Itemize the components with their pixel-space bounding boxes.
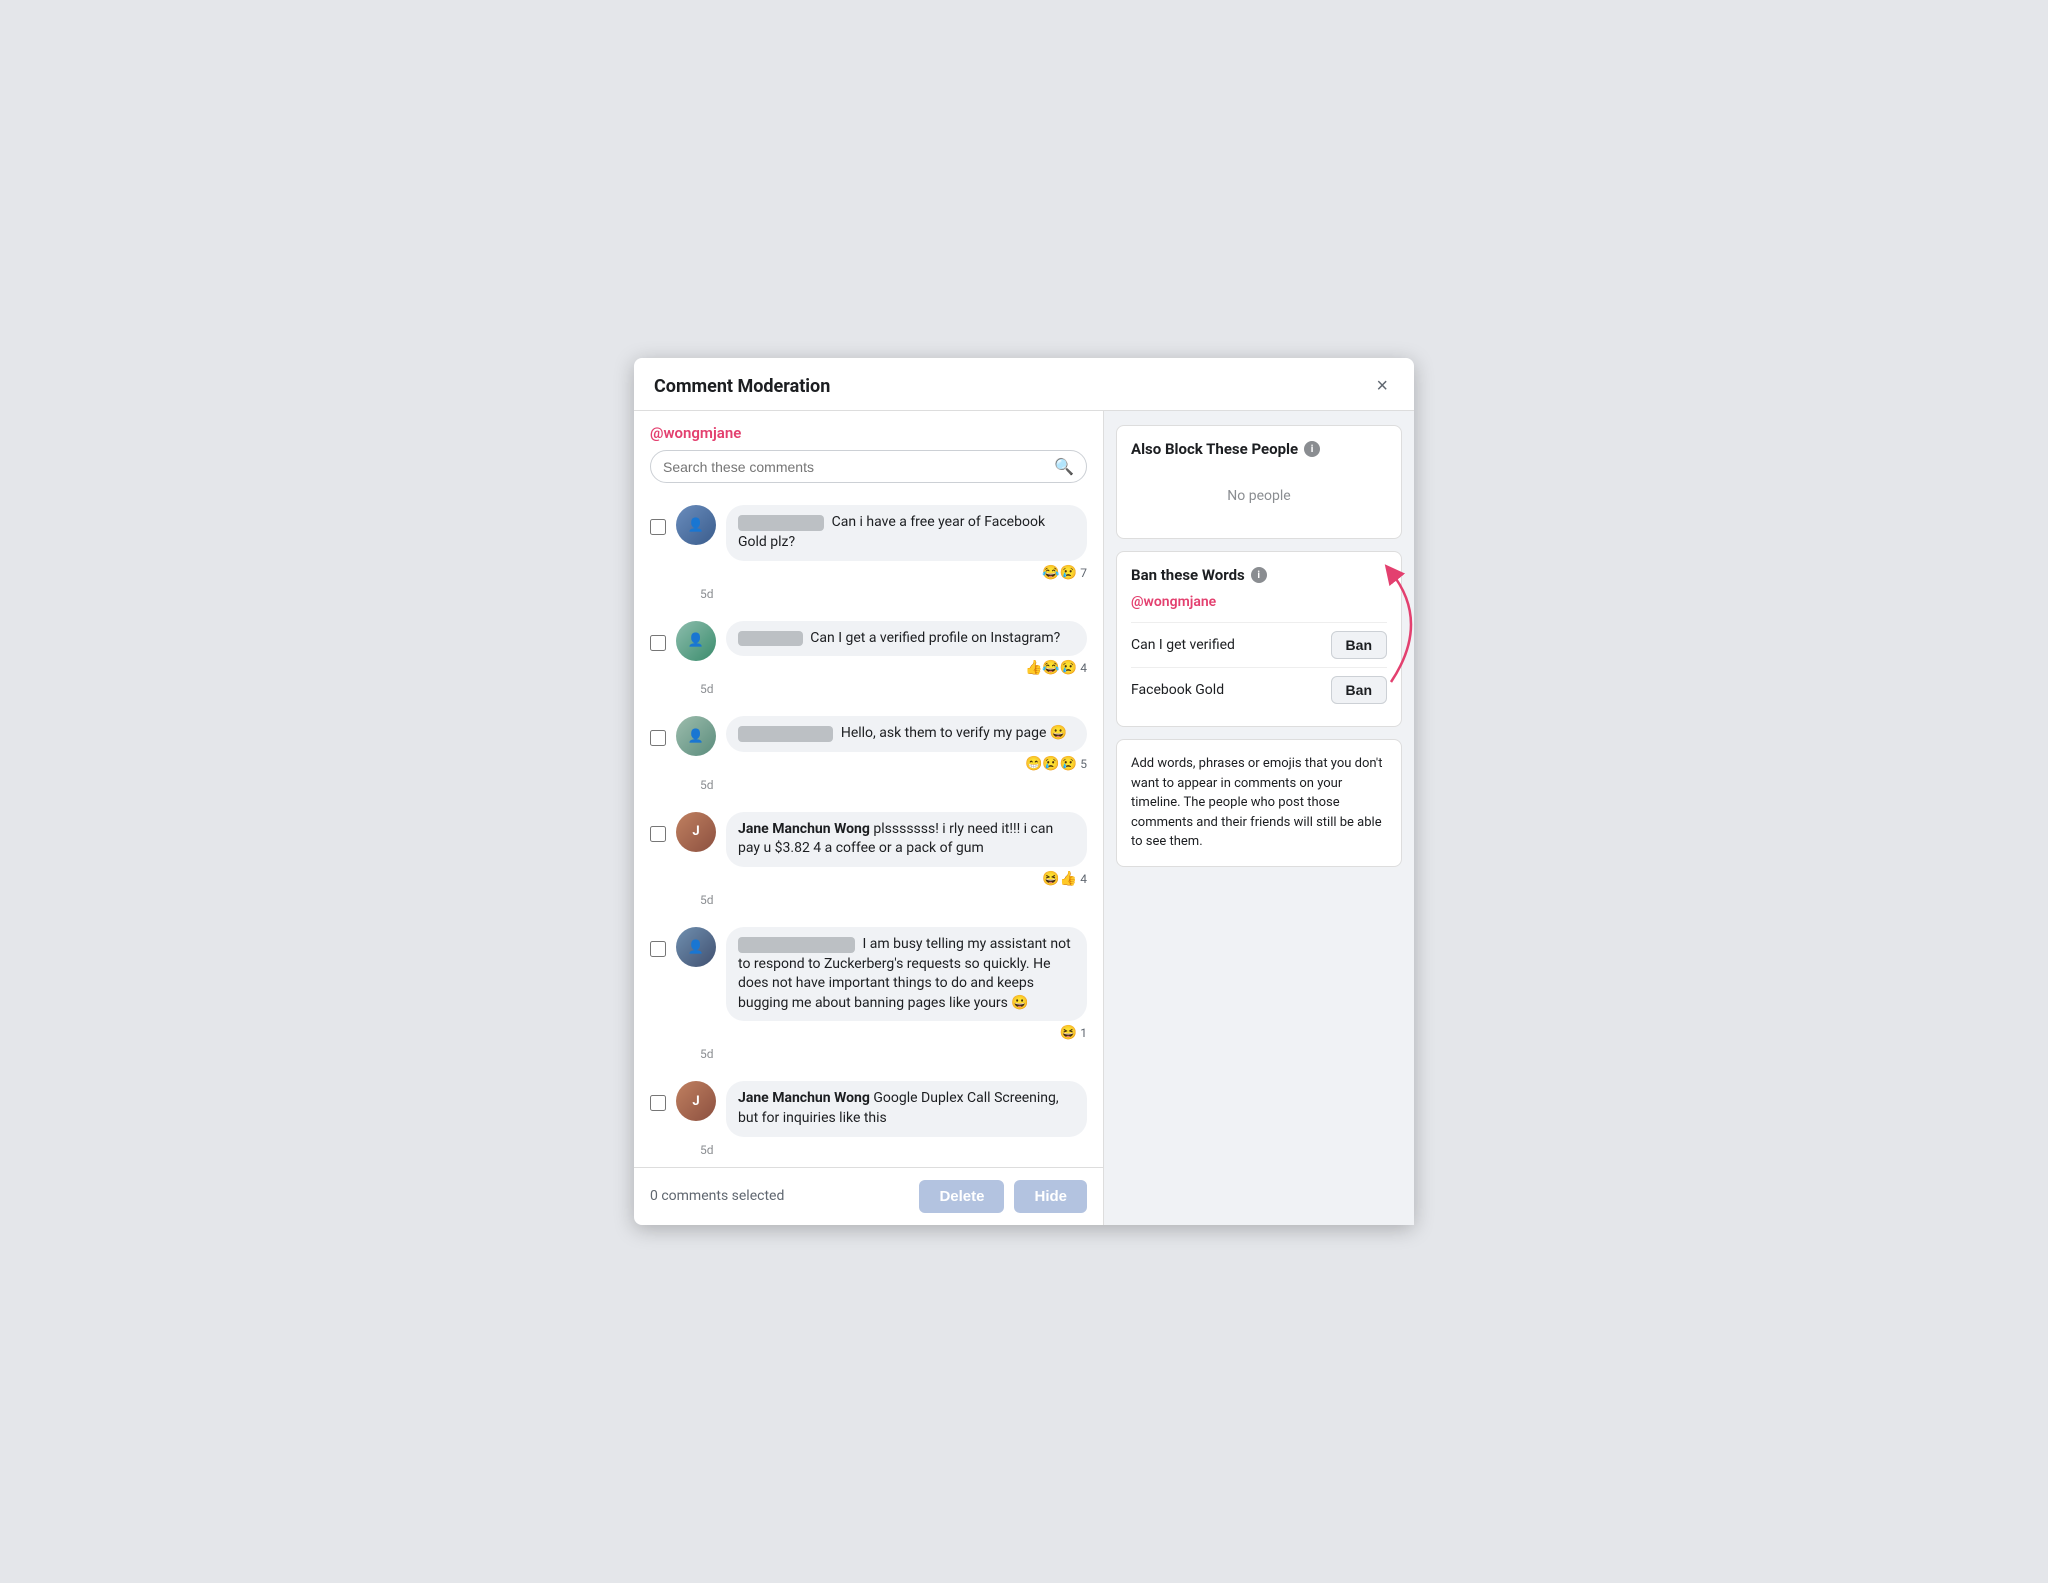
no-people-label: No people [1131,468,1387,524]
footer-actions: Delete Hide [919,1180,1087,1213]
comment-timestamp: 5d [634,680,1103,706]
avatar: J [676,812,716,852]
username-link[interactable]: @wongmjane [650,424,741,442]
hide-button[interactable]: Hide [1014,1180,1087,1213]
modal-title: Comment Moderation [654,376,830,397]
comment-author: Jane Manchun Wong [738,821,870,837]
modal-header: Comment Moderation × [634,358,1414,411]
anon-name: ██ ██ ██, [738,631,803,647]
comment-item: J Jane Manchun Wong plsssssss! i rly nee… [634,802,1103,891]
ban-word-label: Can I get verified [1131,637,1235,653]
comment-reactions: 😆👍 4 [726,871,1087,887]
reaction-count: 4 [1080,661,1087,675]
ban-word-label: Facebook Gold [1131,682,1224,698]
comment-content: ██ ██ ██, Can I get a verified profile o… [726,621,1087,677]
comment-timestamp: 5d [634,776,1103,802]
comment-item: 👤 █████ █████ Hello, ask them to verify … [634,706,1103,776]
reaction-emojis: 😆 [1060,1025,1077,1041]
reaction-emojis: 😁😢😢 [1025,756,1077,772]
comment-bubble: ██ ██ ██, Can I get a verified profile o… [726,621,1087,657]
comment-checkbox-3[interactable] [650,730,666,746]
ban-word-row: Can I get verified Ban [1131,622,1387,667]
reaction-count: 5 [1080,757,1087,771]
comment-bubble: █████ █████ Hello, ask them to verify my… [726,716,1087,752]
search-input[interactable] [663,459,1054,475]
anon-name: ████ ████ ████ [738,937,855,953]
anon-name: █████ █████ [738,726,833,742]
comment-timestamp: 5d [634,585,1103,611]
comment-checkbox-5[interactable] [650,941,666,957]
reaction-emojis: 😂😢 [1042,565,1077,581]
ban-words-card: Ban these Words i @wongmjane Can I get v… [1116,551,1402,727]
modal: Comment Moderation × @wongmjane 🔍 👤 [634,358,1414,1224]
avatar: 👤 [676,505,716,545]
comment-bubble: Jane Manchun Wong Google Duplex Call Scr… [726,1081,1087,1136]
ban-button-2[interactable]: Ban [1331,676,1387,704]
comment-bubble: ████ ████ ████ I am busy telling my assi… [726,927,1087,1021]
comment-author: Jane Manchun Wong [738,1090,870,1106]
comment-checkbox-6[interactable] [650,1095,666,1111]
comment-text: Hello, ask them to verify my page 😀 [841,725,1067,741]
comment-content: ████ ████ ████ I am busy telling my assi… [726,927,1087,1041]
avatar: J [676,1081,716,1121]
avatar: 👤 [676,621,716,661]
ban-username: @wongmjane [1131,594,1387,610]
reaction-emojis: 😆👍 [1042,871,1077,887]
comment-bubble: Jane Manchun Wong plsssssss! i rly need … [726,812,1087,867]
comment-checkbox-4[interactable] [650,826,666,842]
comment-timestamp: 5d [634,1045,1103,1071]
reaction-count: 7 [1080,566,1087,580]
reaction-count: 1 [1080,1026,1087,1040]
comments-list: 👤 ████ █████ Can i have a free year of F… [634,495,1103,1166]
comment-item: 👤 ████ ████ ████ I am busy telling my as… [634,917,1103,1045]
avatar: 👤 [676,927,716,967]
comment-content: Jane Manchun Wong plsssssss! i rly need … [726,812,1087,887]
avatar: 👤 [676,716,716,756]
ban-words-title: Ban these Words i [1131,566,1387,584]
comment-content: Jane Manchun Wong Google Duplex Call Scr… [726,1081,1087,1136]
anon-name: ████ █████ [738,515,824,531]
comment-checkbox-2[interactable] [650,635,666,651]
close-button[interactable]: × [1370,374,1394,398]
comment-item: J Jane Manchun Wong Google Duplex Call S… [634,1071,1103,1140]
comment-reactions: 😆 1 [726,1025,1087,1041]
left-panel: @wongmjane 🔍 👤 ████ █████ Can i have [634,411,1104,1224]
search-icon[interactable]: 🔍 [1054,457,1074,476]
comment-bubble: ████ █████ Can i have a free year of Fac… [726,505,1087,560]
comment-content: ████ █████ Can i have a free year of Fac… [726,505,1087,580]
comment-text: Can I get a verified profile on Instagra… [810,630,1060,646]
ban-button-1[interactable]: Ban [1331,631,1387,659]
footer-count: 0 comments selected [650,1188,784,1204]
tooltip-card: Add words, phrases or emojis that you do… [1116,739,1402,867]
comment-content: █████ █████ Hello, ask them to verify my… [726,716,1087,772]
also-block-title: Also Block These People i [1131,440,1387,458]
ban-words-info-icon[interactable]: i [1251,567,1267,583]
reaction-emojis: 👍😂😢 [1025,660,1077,676]
comment-timestamp: 5d [634,891,1103,917]
right-panel: Also Block These People i No people Ban … [1104,411,1414,1224]
reaction-count: 4 [1080,872,1087,886]
comment-item: 👤 ██ ██ ██, Can I get a verified profile… [634,611,1103,681]
comment-reactions: 👍😂😢 4 [726,660,1087,676]
comment-checkbox-1[interactable] [650,519,666,535]
tooltip-text: Add words, phrases or emojis that you do… [1131,756,1382,849]
also-block-info-icon[interactable]: i [1304,441,1320,457]
ban-word-row: Facebook Gold Ban [1131,667,1387,712]
also-block-card: Also Block These People i No people [1116,425,1402,539]
comment-timestamp: 5d [634,1141,1103,1167]
modal-footer: 0 comments selected Delete Hide [634,1167,1103,1225]
search-bar: 🔍 [650,450,1087,483]
comment-reactions: 😁😢😢 5 [726,756,1087,772]
modal-body: @wongmjane 🔍 👤 ████ █████ Can i have [634,411,1414,1224]
comment-reactions: 😂😢 7 [726,565,1087,581]
user-header: @wongmjane [634,411,1103,450]
comment-item: 👤 ████ █████ Can i have a free year of F… [634,495,1103,584]
delete-button[interactable]: Delete [919,1180,1004,1213]
